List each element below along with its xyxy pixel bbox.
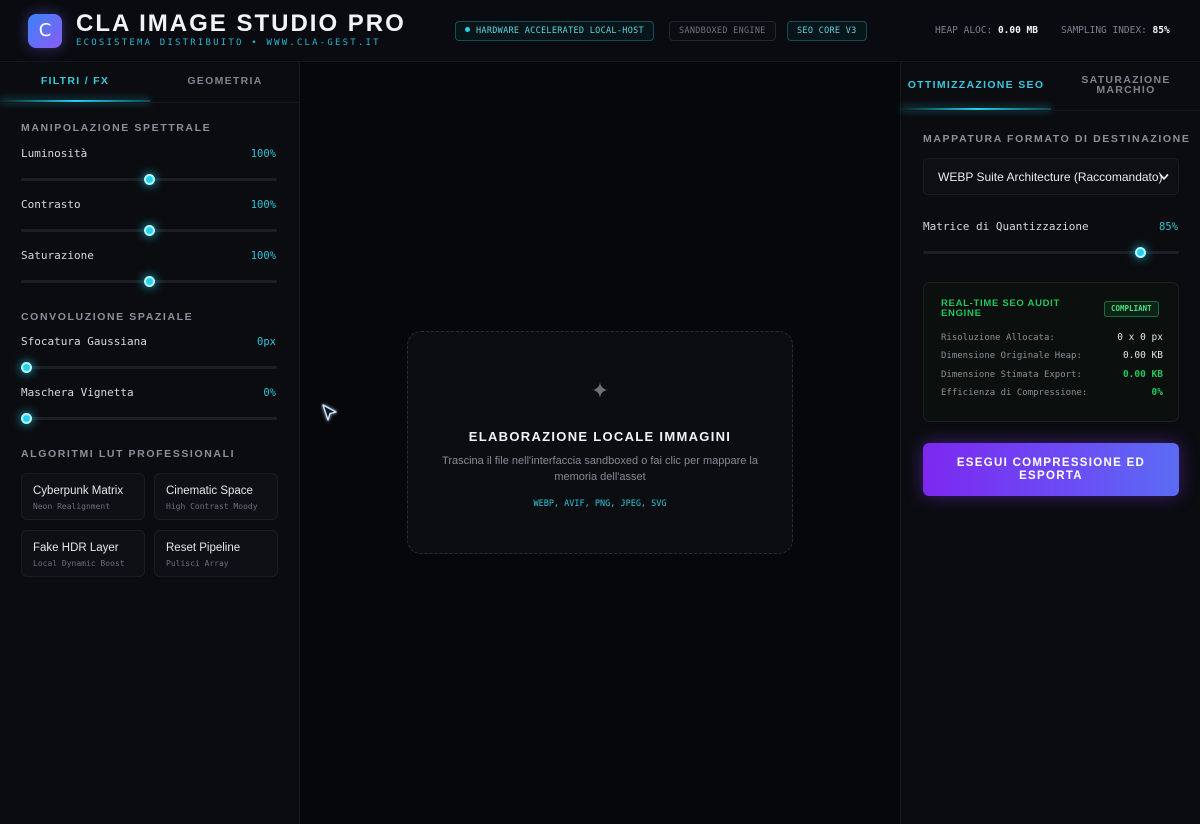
section-title-lut: ALGORITMI LUT PROFESSIONALI [21, 448, 236, 460]
quantization-value: 85% [1159, 221, 1178, 233]
audit-resolution-value: 0 x 0 px [1117, 332, 1163, 343]
seo-core-badge: SEO CORE V3 [787, 21, 867, 41]
left-panel: FILTRI / FX GEOMETRIA MANIPOLAZIONE SPET… [0, 62, 300, 824]
audit-title: REAL-TIME SEO AUDIT ENGINE [941, 298, 1061, 319]
saturation-label: Saturazione [21, 249, 94, 262]
cursor-icon [322, 404, 337, 421]
saturation-value: 100% [250, 250, 276, 262]
lut-card-name: Cinematic Space [166, 485, 253, 497]
quantization-label: Matrice di Quantizzazione [923, 220, 1089, 233]
sampling-label: SAMPLING INDEX: [1061, 25, 1147, 36]
lut-card-name: Fake HDR Layer [33, 542, 119, 554]
tab-geometria[interactable]: GEOMETRIA [150, 62, 300, 102]
vignette-value: 0% [263, 387, 276, 399]
brightness-label: Luminosità [21, 147, 88, 160]
lut-card-sub: Neon Realignment [33, 502, 111, 511]
tabs-divider [0, 102, 299, 103]
lut-card-sub: Pulisci Array [166, 559, 229, 568]
app-subtitle: ECOSISTEMA DISTRIBUITO • WWW.CLA-GEST.IT [76, 38, 381, 48]
app-logo: C [28, 14, 62, 48]
sandboxed-badge: SANDBOXED ENGINE [669, 21, 776, 41]
saturation-slider-thumb[interactable] [143, 276, 155, 287]
tab-seo-optimization[interactable]: OTTIMIZZAZIONE SEO [901, 62, 1051, 110]
contrast-value: 100% [250, 199, 276, 211]
lut-card-cinematic[interactable]: Cinematic Space High Contrast Moody [154, 473, 278, 520]
lut-card-name: Reset Pipeline [166, 542, 241, 554]
lut-card-fake-hdr[interactable]: Fake HDR Layer Local Dynamic Boost [21, 530, 145, 577]
heap-stat: HEAP ALOC: 0.00 MB [935, 25, 1038, 36]
audit-efficiency-value: 0% [1151, 387, 1163, 398]
app-title: CLA IMAGE STUDIO PRO [76, 10, 406, 37]
audit-original-size-label: Dimensione Originale Heap: [941, 351, 1082, 361]
format-select[interactable]: WEBP Suite Architecture (Raccomandato) [923, 158, 1179, 195]
chevron-down-icon [1159, 174, 1169, 180]
tabs-divider [901, 110, 1200, 111]
tab-filtri-fx[interactable]: FILTRI / FX [0, 62, 150, 102]
sampling-stat: SAMPLING INDEX: 85% [1061, 25, 1170, 36]
gaussian-blur-value: 0px [257, 336, 276, 348]
lut-card-sub: High Contrast Moody [166, 502, 258, 511]
contrast-slider-thumb[interactable] [143, 225, 155, 236]
brightness-value: 100% [250, 148, 276, 160]
seo-audit-panel: REAL-TIME SEO AUDIT ENGINE COMPLIANT Ris… [923, 282, 1179, 422]
gaussian-blur-slider-thumb[interactable] [21, 362, 32, 373]
audit-original-size-value: 0.00 KB [1122, 350, 1163, 361]
right-panel: OTTIMIZZAZIONE SEO SATURAZIONE MARCHIO M… [900, 62, 1200, 824]
hardware-badge: HARDWARE ACCELERATED LOCAL-HOST [455, 21, 654, 41]
heap-label: HEAP ALOC: [935, 25, 993, 36]
brightness-slider[interactable] [21, 174, 277, 185]
format-select-value: WEBP Suite Architecture (Raccomandato) [938, 170, 1163, 184]
status-dot-icon [465, 27, 470, 32]
sampling-value: 85% [1152, 25, 1170, 36]
compliance-badge: COMPLIANT [1104, 301, 1159, 317]
quantization-slider-thumb[interactable] [1135, 247, 1147, 258]
hardware-badge-label: HARDWARE ACCELERATED LOCAL-HOST [476, 26, 644, 36]
audit-resolution-label: Risoluzione Allocata: [941, 333, 1055, 343]
lut-card-cyberpunk[interactable]: Cyberpunk Matrix Neon Realignment [21, 473, 145, 520]
compress-export-button[interactable]: ESEGUI COMPRESSIONE ED ESPORTA [923, 443, 1179, 496]
audit-export-size-label: Dimensione Stimata Export: [941, 370, 1082, 380]
gaussian-blur-slider[interactable] [21, 362, 277, 373]
audit-export-size-value: 0.00 KB [1122, 369, 1163, 380]
contrast-slider[interactable] [21, 225, 277, 236]
quantization-slider[interactable] [923, 247, 1179, 258]
vignette-label: Maschera Vignetta [21, 386, 134, 399]
saturation-slider[interactable] [21, 276, 277, 287]
dropzone-formats: WEBP, AVIF, PNG, JPEG, SVG [533, 499, 667, 509]
section-title-spectral: MANIPOLAZIONE SPETTRALE [21, 122, 212, 134]
sparkle-icon: ✦ [590, 379, 610, 404]
heap-value: 0.00 MB [997, 25, 1038, 36]
gaussian-blur-label: Sfocatura Gaussiana [21, 335, 147, 348]
app-header: C CLA IMAGE STUDIO PRO ECOSISTEMA DISTRI… [0, 0, 1200, 62]
lut-card-sub: Local Dynamic Boost [33, 559, 125, 568]
file-dropzone[interactable]: ✦ ELABORAZIONE LOCALE IMMAGINI Trascina … [407, 331, 793, 554]
lut-card-name: Cyberpunk Matrix [33, 485, 124, 497]
section-title-convolution: CONVOLUZIONE SPAZIALE [21, 311, 194, 323]
audit-efficiency-label: Efficienza di Compressione: [941, 388, 1088, 398]
tab-brand-saturation[interactable]: SATURAZIONE MARCHIO [1051, 62, 1200, 110]
vignette-slider[interactable] [21, 413, 277, 424]
dropzone-description: Trascina il file nell'interfaccia sandbo… [442, 455, 758, 483]
lut-card-reset[interactable]: Reset Pipeline Pulisci Array [154, 530, 278, 577]
dropzone-title: ELABORAZIONE LOCALE IMMAGINI [468, 429, 732, 444]
brightness-slider-thumb[interactable] [143, 174, 155, 185]
section-title-format: MAPPATURA FORMATO DI DESTINAZIONE [923, 133, 1191, 145]
vignette-slider-thumb[interactable] [21, 413, 32, 424]
contrast-label: Contrasto [21, 198, 81, 211]
